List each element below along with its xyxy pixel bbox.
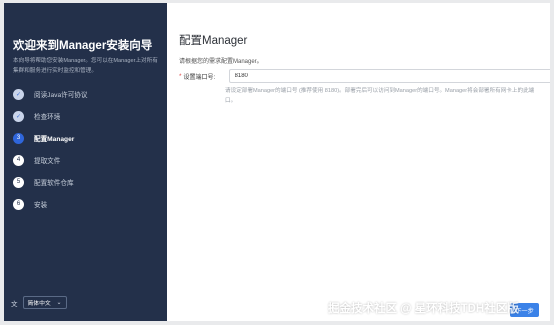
watermark: 掘金技术社区 @ 星环科技TDH社区版 [328, 303, 519, 315]
step-number: 6 [13, 198, 24, 210]
sidebar-title: 欢迎来到Manager安装向导 [13, 40, 153, 52]
step-configure-manager[interactable]: 3 配置Manager [13, 127, 163, 149]
sidebar: 欢迎来到Manager安装向导 本向导将帮助您安装Manager。您可以在Man… [4, 3, 167, 321]
step-extract-files[interactable]: 4 提取文件 [13, 149, 163, 171]
step-java-license[interactable]: ✓ 阅读Java许可协议 [13, 83, 163, 105]
sidebar-description: 本向导将帮助您安装Manager。您可以在Manager上对所有集群和服务进行实… [13, 58, 158, 74]
required-marker: * [179, 72, 182, 80]
step-label: 检查环境 [34, 114, 61, 121]
installer-window: 欢迎来到Manager安装向导 本向导将帮助您安装Manager。您可以在Man… [4, 3, 550, 321]
port-form-row: * 设置端口号: [179, 69, 550, 83]
step-label: 配置软件仓库 [34, 180, 74, 187]
port-label: 设置端口号: [183, 74, 216, 81]
page-subtitle: 请根据您的需求配置Manager。 [179, 59, 263, 65]
step-configure-repository[interactable]: 5 配置软件仓库 [13, 171, 163, 193]
sidebar-footer: 文 简体中文 ⌄ [11, 296, 67, 309]
check-icon: ✓ [13, 88, 24, 100]
port-help-text: 请设定部署Manager的端口号 (推荐使用 8180)。部署完后可以访问到Ma… [225, 88, 535, 104]
step-label: 阅读Java许可协议 [34, 92, 88, 99]
step-number: 5 [13, 176, 24, 188]
port-input[interactable] [228, 69, 550, 83]
language-value: 简体中文 [27, 301, 51, 307]
main-content: 配置Manager 请根据您的需求配置Manager。 * 设置端口号: 请设定… [167, 3, 550, 321]
step-label: 配置Manager [34, 136, 75, 143]
step-number: 4 [13, 154, 24, 166]
language-icon: 文 [11, 300, 18, 308]
step-label: 安装 [34, 202, 48, 209]
step-number: 3 [13, 132, 24, 144]
page-title: 配置Manager [179, 35, 248, 47]
step-install[interactable]: 6 安装 [13, 193, 163, 215]
language-select[interactable]: 简体中文 ⌄ [22, 296, 67, 309]
chevron-down-icon: ⌄ [56, 300, 62, 306]
check-icon: ✓ [13, 110, 24, 122]
step-list: ✓ 阅读Java许可协议 ✓ 检查环境 3 配置Manager 4 提取文件 5… [13, 83, 163, 215]
step-label: 提取文件 [34, 158, 61, 165]
step-check-environment[interactable]: ✓ 检查环境 [13, 105, 163, 127]
